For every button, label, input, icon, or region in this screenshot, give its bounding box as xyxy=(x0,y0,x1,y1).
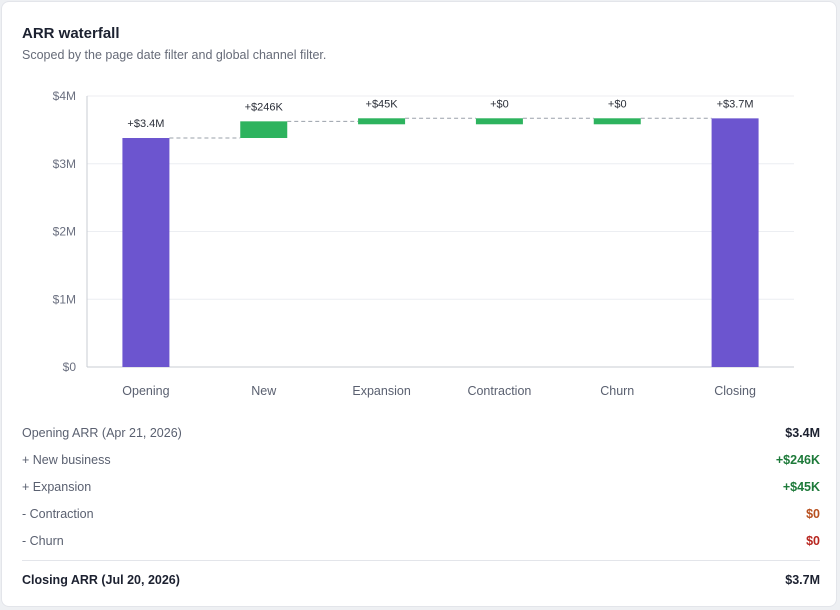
summary-row: - Churn $0 xyxy=(22,527,820,554)
card-title: ARR waterfall xyxy=(22,25,120,42)
y-tick-label: $4M xyxy=(53,89,76,103)
summary-row: + New business +$246K xyxy=(22,447,820,474)
summary-row-value: +$45K xyxy=(782,479,820,494)
data-label: +$246K xyxy=(245,101,284,113)
data-label: +$0 xyxy=(490,98,509,110)
bar-churn[interactable] xyxy=(593,118,641,125)
summary-row-label: Opening ARR (Apr 21, 2026) xyxy=(22,426,182,441)
summary-row-label: + New business xyxy=(22,453,111,468)
grid-layer xyxy=(86,95,794,368)
bars xyxy=(122,118,759,367)
closing-label: Closing ARR (Jul 20, 2026) xyxy=(22,572,180,587)
x-category-label: Contraction xyxy=(467,384,531,398)
data-label: +$45K xyxy=(366,98,399,110)
bar-opening[interactable] xyxy=(122,138,170,367)
data-label: +$0 xyxy=(608,98,627,110)
summary-row: Opening ARR (Apr 21, 2026) $3.4M xyxy=(22,420,820,447)
x-category-label: Expansion xyxy=(352,384,410,398)
card-subtitle: Scoped by the page date filter and globa… xyxy=(22,48,327,62)
x-category-label: Closing xyxy=(714,384,756,398)
bar-closing[interactable] xyxy=(711,118,759,367)
x-axis-categories: Opening New Expansion Contraction Churn Closi… xyxy=(122,384,756,398)
y-tick-label: $3M xyxy=(53,157,76,171)
arr-waterfall-card: ARR waterfall Scoped by the page date fi… xyxy=(1,1,837,607)
summary-row-value: +$246K xyxy=(775,453,820,468)
waterfall-chart: $0$1M$2M$3M$4M +$3.4M+$246K +$45K +$0 +$0 +$… xyxy=(53,89,794,398)
summary-row: + Expansion +$45K xyxy=(22,474,820,501)
summary-row: - Contraction $0 xyxy=(22,500,820,527)
x-category-label: Churn xyxy=(600,384,634,398)
y-axis-ticks: $0 $1M $2M $3M $4M xyxy=(53,89,77,374)
x-category-label: New xyxy=(251,384,277,398)
summary-row-value: $0 xyxy=(806,506,820,521)
summary-row-value: $0 xyxy=(806,533,820,548)
closing-value: $3.7M xyxy=(785,572,820,587)
bar-new[interactable] xyxy=(240,121,288,139)
x-category-label: Opening xyxy=(122,384,169,398)
summary-row-value: $3.4M xyxy=(785,426,820,441)
data-label: +$3.7M xyxy=(717,98,754,110)
summary-row-label: - Churn xyxy=(22,533,64,548)
summary-row-label: + Expansion xyxy=(22,479,92,494)
y-tick-label: $2M xyxy=(53,225,76,239)
y-tick-label: $1M xyxy=(53,292,76,306)
data-label: +$3.4M xyxy=(127,118,164,130)
data-labels: +$3.4M +$246K +$45K +$0 +$0 +$3.7M xyxy=(127,98,753,130)
summary-row-label: - Contraction xyxy=(22,506,94,521)
bar-contraction[interactable] xyxy=(475,118,523,125)
closing-row: Closing ARR (Jul 20, 2026) $3.7M xyxy=(22,561,820,599)
bar-expansion[interactable] xyxy=(358,118,406,125)
y-tick-label: $0 xyxy=(63,360,77,374)
arr-summary: Opening ARR (Apr 21, 2026) $3.4M + New bus… xyxy=(22,420,820,599)
